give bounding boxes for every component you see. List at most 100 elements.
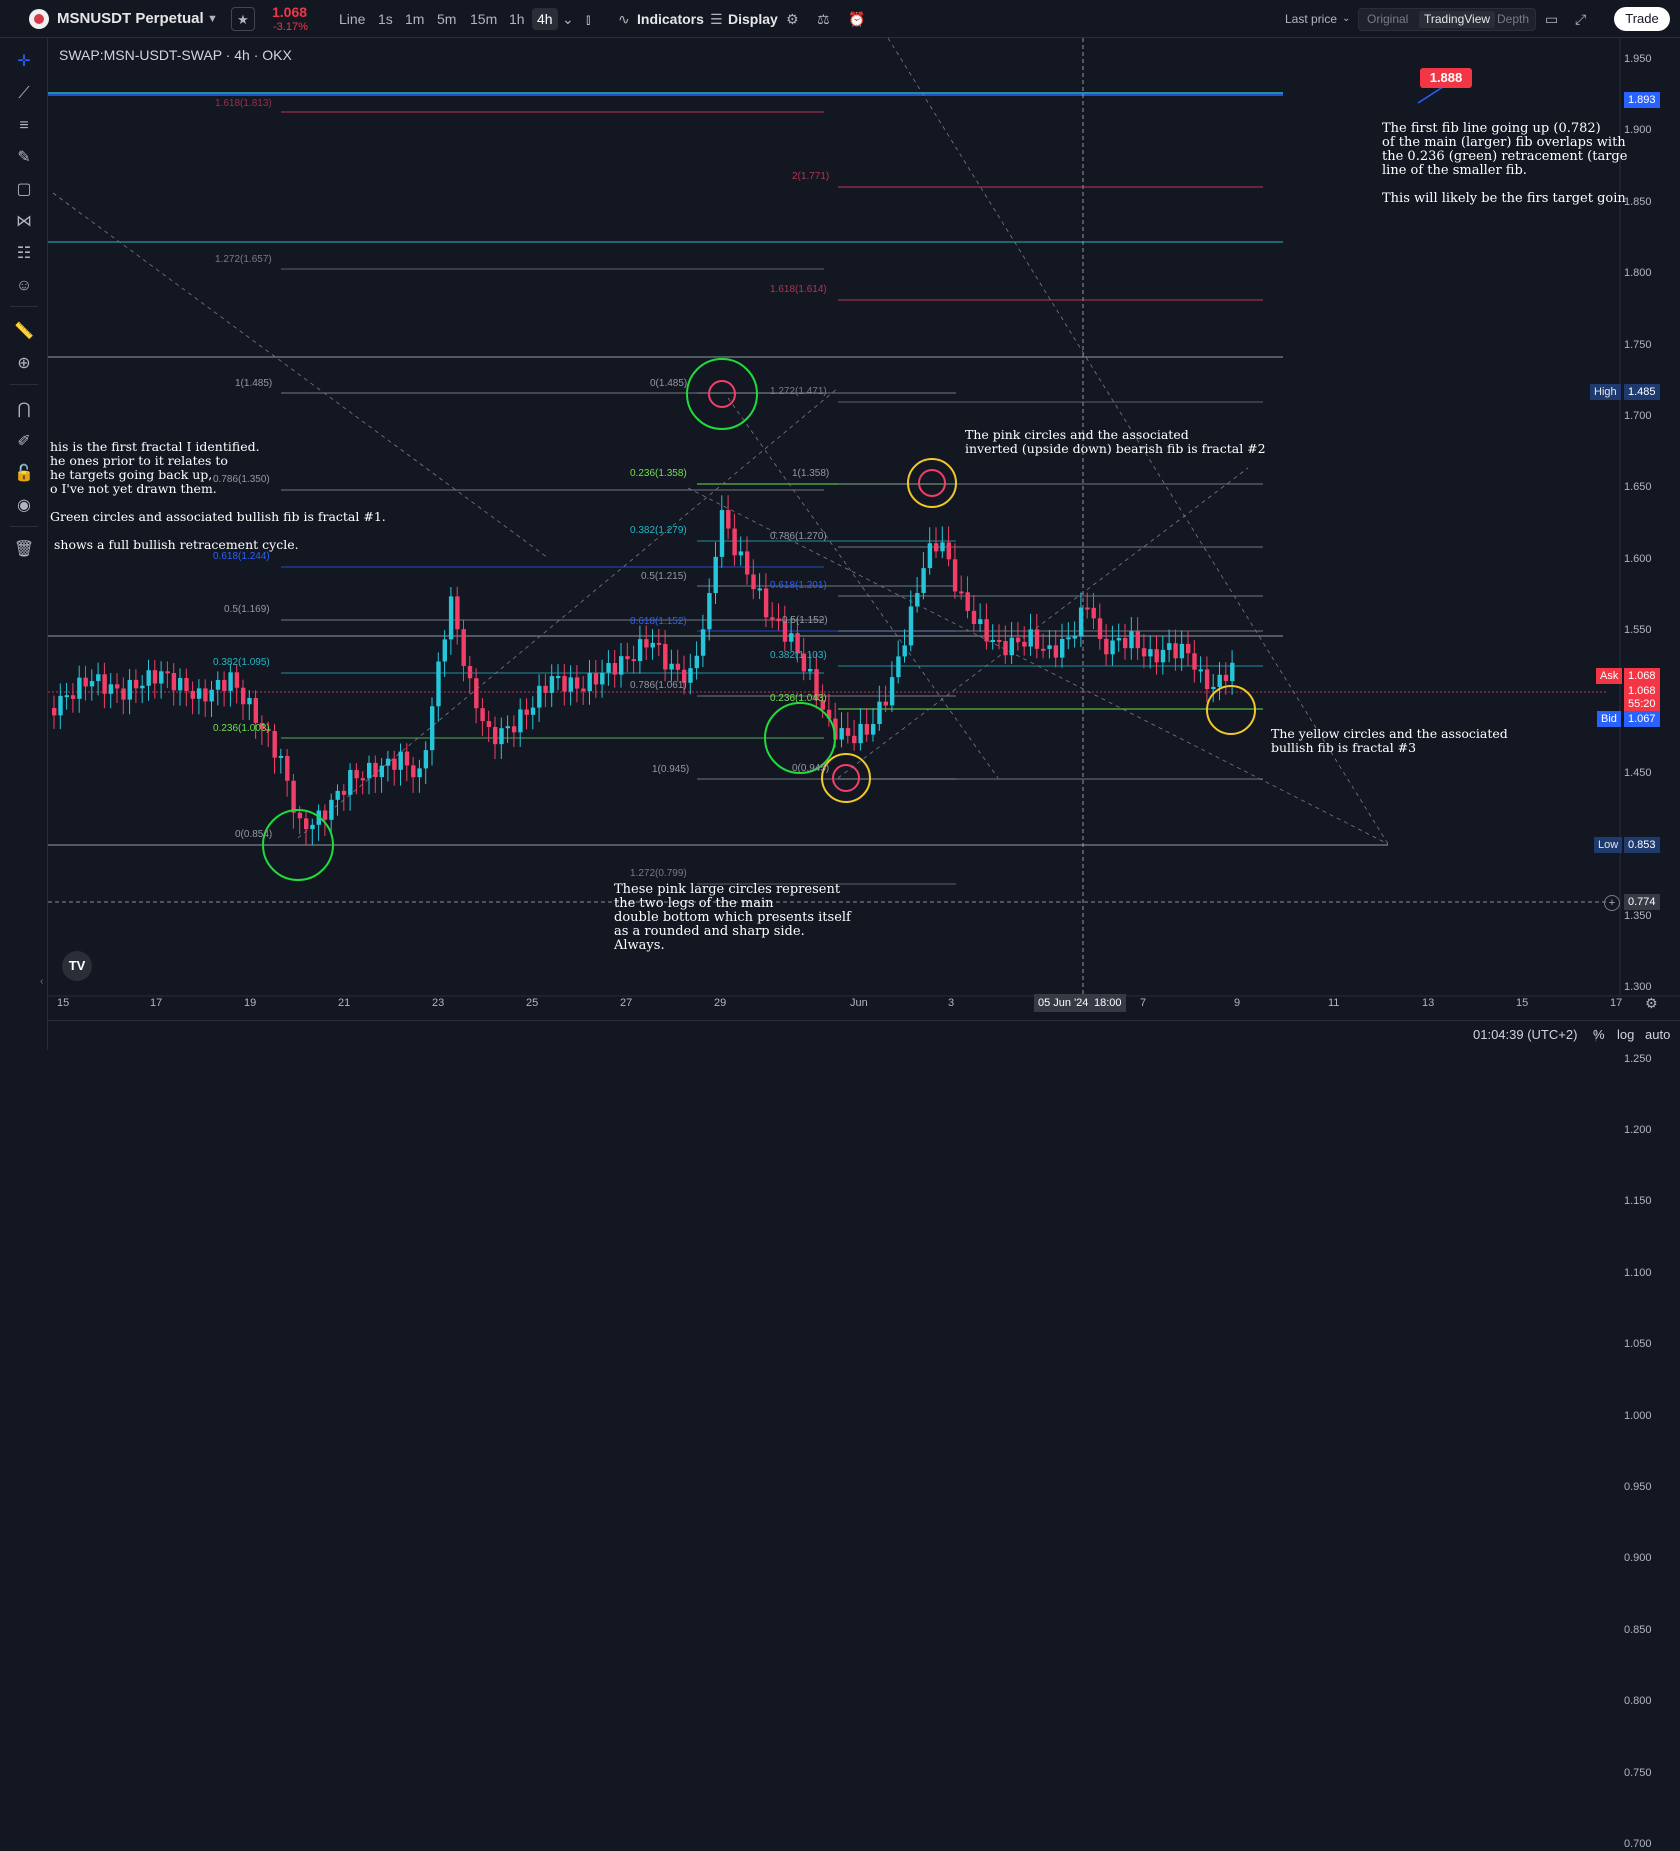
timeframe-4h[interactable]: 4h: [532, 8, 558, 30]
indicators-button[interactable]: Indicators: [637, 0, 704, 38]
chevron-down-icon[interactable]: ⌄: [1342, 0, 1350, 38]
price-tick-label: 1.000: [1624, 1409, 1652, 1422]
price-tick-label: 1.300: [1624, 981, 1652, 994]
last-price-dropdown[interactable]: Last price: [1285, 0, 1337, 38]
fib-label: 0.786(1.270): [770, 531, 827, 542]
candle-body: [757, 588, 762, 591]
candle-body: [215, 680, 221, 690]
emoji-icon[interactable]: ☺: [12, 274, 36, 298]
auto-toggle[interactable]: auto: [1645, 1027, 1670, 1042]
price-tick-label: 1.850: [1624, 195, 1652, 208]
text-note-icon[interactable]: ▢: [12, 178, 36, 202]
lock-icon[interactable]: 🔓: [12, 462, 36, 486]
fib-levels-icon[interactable]: ≡: [12, 114, 36, 138]
time-tick-label: 17: [1610, 997, 1623, 1009]
gear-icon[interactable]: ⚙: [1645, 995, 1658, 1012]
eye-icon[interactable]: ◉: [12, 494, 36, 518]
view-depth[interactable]: Depth: [1492, 11, 1534, 28]
price-tick-label: 0.900: [1624, 1552, 1652, 1565]
timeframe-5m[interactable]: 5m: [437, 0, 456, 38]
view-switcher: Original TradingView Depth: [1358, 8, 1536, 31]
candle-body: [89, 681, 95, 687]
log-toggle[interactable]: log: [1617, 1027, 1634, 1042]
view-original[interactable]: Original: [1362, 11, 1413, 28]
chevron-down-icon[interactable]: ▼: [207, 0, 218, 38]
candle-body: [1091, 607, 1096, 619]
scales-icon[interactable]: ⚖: [817, 0, 830, 38]
pink-circle: [708, 380, 736, 408]
candle-type-icon[interactable]: ⫾: [586, 0, 590, 38]
crosshair-icon[interactable]: ✛: [12, 50, 36, 74]
ruler-icon[interactable]: 📏: [12, 320, 36, 344]
trend-line-icon[interactable]: ⟋: [12, 82, 36, 106]
timeframe-1m[interactable]: 1m: [405, 0, 424, 38]
symbol-name[interactable]: MSNUSDT Perpetual: [57, 0, 204, 38]
candle-body: [990, 639, 996, 642]
timeframe-1s[interactable]: 1s: [378, 0, 393, 38]
timeframe-1h[interactable]: 1h: [509, 0, 525, 38]
fib-label: 1(1.358): [792, 468, 830, 479]
display-button[interactable]: Display: [728, 0, 778, 38]
price-tick-label: 1.550: [1624, 624, 1652, 637]
candle-body: [1047, 645, 1052, 649]
time-tick-label: 7: [1140, 997, 1147, 1009]
candle-body: [64, 695, 69, 698]
candle-body: [448, 596, 454, 640]
candle-body: [1211, 686, 1216, 690]
position-icon[interactable]: ☷: [12, 242, 36, 266]
candle-body: [688, 668, 693, 683]
price-change: -3.17%: [273, 21, 308, 33]
window-icon[interactable]: ▭: [1545, 0, 1558, 38]
indicators-icon[interactable]: ∿: [618, 0, 630, 38]
candle-body: [1186, 643, 1191, 654]
candle-body: [600, 672, 605, 685]
trash-icon[interactable]: 🗑: [12, 538, 36, 562]
timeframe-line[interactable]: Line: [339, 0, 365, 38]
candle-body: [562, 676, 567, 692]
candle-body: [549, 676, 555, 693]
price-tick-label: 1.350: [1624, 909, 1652, 922]
candle-body: [234, 672, 240, 688]
price-tick-label: 1.250: [1624, 1052, 1652, 1065]
candle-body: [1129, 631, 1134, 649]
candle-body: [1173, 643, 1178, 659]
magnet-icon[interactable]: ⋂: [12, 398, 36, 422]
candle-body: [152, 670, 158, 684]
pattern-icon[interactable]: ⋈: [12, 210, 36, 234]
chevron-down-icon[interactable]: ⌄: [562, 0, 574, 38]
crosshair-time: 18:00: [1090, 994, 1126, 1012]
timeframe-15m[interactable]: 15m: [470, 0, 497, 38]
time-tick-label: 29: [714, 997, 727, 1009]
candle-body: [467, 666, 473, 679]
candle-body: [1078, 607, 1084, 637]
time-tick-label: 23: [432, 997, 445, 1009]
candle-body: [486, 721, 492, 727]
collapse-toolbar-icon[interactable]: ‹: [40, 976, 43, 987]
view-tradingview[interactable]: TradingView: [1419, 11, 1496, 28]
candle-body: [1223, 674, 1229, 682]
percent-toggle[interactable]: %: [1593, 1027, 1605, 1042]
alert-icon[interactable]: ⏰: [848, 0, 865, 38]
price-tick-label: 1.600: [1624, 552, 1652, 565]
pencil-lock-icon[interactable]: ✐: [12, 430, 36, 454]
trade-button[interactable]: Trade: [1614, 7, 1670, 31]
brush-icon[interactable]: ✎: [12, 146, 36, 170]
candle-body: [455, 596, 460, 630]
star-icon[interactable]: ★: [231, 7, 255, 31]
candle-body: [171, 672, 177, 691]
clock-time[interactable]: 01:04:39 (UTC+2): [1473, 1027, 1577, 1042]
fullscreen-icon[interactable]: ⤢: [1575, 0, 1586, 38]
fib-label: 0.382(1.279): [630, 525, 687, 536]
candle-body: [1066, 637, 1071, 640]
candle-body: [719, 510, 725, 557]
zoom-in-icon[interactable]: ⊕: [12, 352, 36, 376]
candle-body: [524, 709, 529, 715]
price-tick-label: 1.750: [1624, 338, 1652, 351]
candle-body: [574, 677, 580, 689]
gear-icon[interactable]: ⚙: [786, 0, 799, 38]
candle-body: [96, 674, 101, 682]
add-alert-icon[interactable]: +: [1604, 895, 1620, 911]
candle-body: [480, 708, 485, 722]
display-icon[interactable]: ☰: [710, 0, 723, 38]
candle-body: [404, 751, 410, 766]
